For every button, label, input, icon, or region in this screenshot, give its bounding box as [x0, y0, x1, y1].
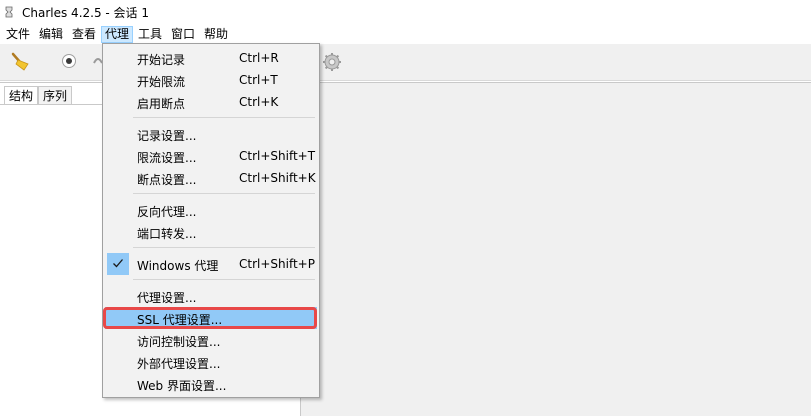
- tab-sequence[interactable]: 序列: [38, 86, 73, 105]
- menu-item-reverse-proxies[interactable]: 反向代理...: [105, 199, 317, 221]
- menu-file[interactable]: 文件: [3, 26, 33, 43]
- menu-item-ssl-proxy-settings[interactable]: SSL 代理设置...: [105, 307, 317, 329]
- menu-item-enable-breakpoints[interactable]: 启用断点 Ctrl+K: [105, 91, 317, 113]
- check-indicator: [107, 253, 129, 275]
- tab-structure[interactable]: 结构: [4, 86, 39, 105]
- window-title: Charles 4.2.5 - 会话 1: [22, 6, 149, 20]
- menu-help[interactable]: 帮助: [201, 26, 231, 43]
- menu-proxy[interactable]: 代理: [101, 26, 134, 43]
- menu-tools[interactable]: 工具: [135, 26, 165, 43]
- menu-item-shortcut: Ctrl+T: [239, 73, 278, 87]
- menu-item-web-interface-settings[interactable]: Web 界面设置...: [105, 373, 317, 395]
- menu-item-label: 记录设置...: [137, 129, 197, 143]
- menu-window[interactable]: 窗口: [168, 26, 198, 43]
- check-icon: [113, 259, 123, 268]
- menu-item-label: 代理设置...: [137, 291, 197, 305]
- menu-item-label: 开始限流: [137, 75, 186, 89]
- menu-item-label: 限流设置...: [137, 151, 197, 165]
- detail-pane: [301, 82, 811, 416]
- menu-item-proxy-settings[interactable]: 代理设置...: [105, 285, 317, 307]
- menu-item-label: SSL 代理设置...: [137, 313, 223, 327]
- menu-item-recording-settings[interactable]: 记录设置...: [105, 123, 317, 145]
- menu-item-start-throttling[interactable]: 开始限流 Ctrl+T: [105, 69, 317, 91]
- menu-item-shortcut: Ctrl+K: [239, 95, 279, 109]
- menu-item-shortcut: Ctrl+Shift+P: [239, 257, 315, 271]
- settings-icon[interactable]: [322, 52, 342, 72]
- menu-view[interactable]: 查看: [69, 26, 99, 43]
- menu-edit[interactable]: 编辑: [36, 26, 66, 43]
- menu-separator: [133, 117, 315, 118]
- broom-icon[interactable]: [10, 52, 32, 72]
- menu-separator: [133, 279, 315, 280]
- menu-separator: [133, 247, 315, 248]
- menu-item-label: 断点设置...: [137, 173, 197, 187]
- menu-item-start-recording[interactable]: 开始记录 Ctrl+R: [105, 47, 317, 69]
- menu-item-windows-proxy[interactable]: Windows 代理 Ctrl+Shift+P: [105, 253, 317, 275]
- menu-item-label: Web 界面设置...: [137, 379, 227, 393]
- menu-item-label: 外部代理设置...: [137, 357, 221, 371]
- menu-item-label: Windows 代理: [137, 259, 219, 273]
- menu-item-shortcut: Ctrl+R: [239, 51, 279, 65]
- record-icon[interactable]: [62, 54, 76, 68]
- menu-item-label: 访问控制设置...: [137, 335, 221, 349]
- menu-item-label: 启用断点: [137, 97, 186, 111]
- menu-item-access-control-settings[interactable]: 访问控制设置...: [105, 329, 317, 351]
- menu-item-shortcut: Ctrl+Shift+K: [239, 171, 316, 185]
- menu-item-external-proxy-settings[interactable]: 外部代理设置...: [105, 351, 317, 373]
- menu-item-label: 开始记录: [137, 53, 186, 67]
- menu-item-label: 端口转发...: [137, 227, 197, 241]
- app-icon: [5, 6, 13, 18]
- menu-bar: 文件 编辑 查看 代理 工具 窗口 帮助: [0, 24, 811, 44]
- proxy-menu-dropdown: 开始记录 Ctrl+R 开始限流 Ctrl+T 启用断点 Ctrl+K 记录设置…: [102, 43, 320, 398]
- title-bar: Charles 4.2.5 - 会话 1: [0, 0, 811, 24]
- menu-item-breakpoint-settings[interactable]: 断点设置... Ctrl+Shift+K: [105, 167, 317, 189]
- menu-item-throttle-settings[interactable]: 限流设置... Ctrl+Shift+T: [105, 145, 317, 167]
- menu-item-label: 反向代理...: [137, 205, 197, 219]
- menu-separator: [133, 193, 315, 194]
- menu-item-port-forwarding[interactable]: 端口转发...: [105, 221, 317, 243]
- menu-item-shortcut: Ctrl+Shift+T: [239, 149, 316, 163]
